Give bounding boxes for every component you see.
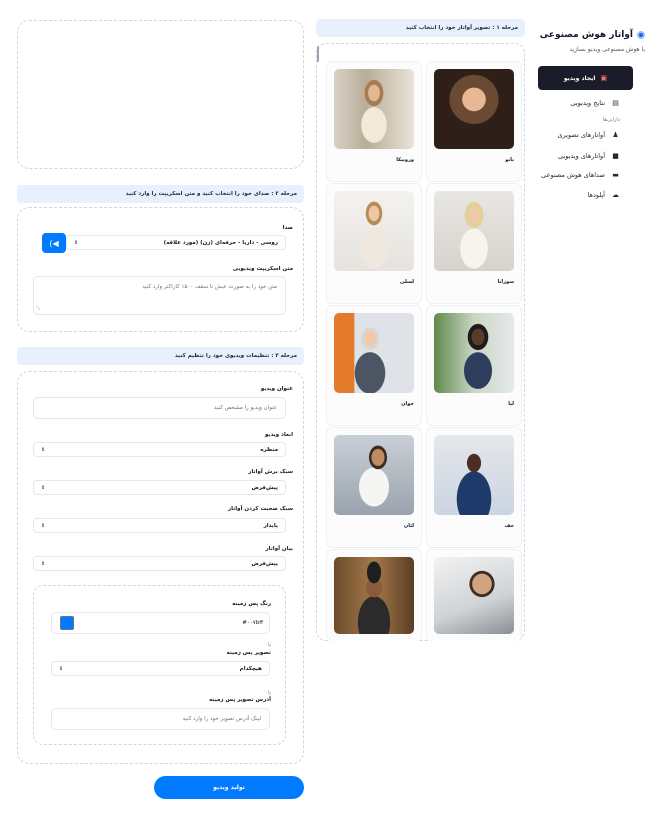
avatar-name: ورونیکا <box>396 157 414 163</box>
sidebar-section-label: دارایی‌ها <box>602 117 620 123</box>
bg-color-input[interactable]: #۰۰۷bff <box>51 612 270 634</box>
avatar-photo <box>334 313 414 393</box>
crop-style-label: سبک برش آواتار <box>248 469 293 475</box>
avatar-photo <box>334 557 414 634</box>
avatar-card-joan[interactable]: جوان <box>326 305 422 426</box>
voice-value: روسی - داریا - حرفه‌ای (زن) (مورد علاقه) <box>163 239 278 246</box>
or-label-2: یا <box>268 690 271 696</box>
video-title-input[interactable]: عنوان ویدیو را مشخص کنید <box>33 397 286 419</box>
chevron-updown-icon: ⇕ <box>41 560 46 567</box>
sidebar-item-ai-voices[interactable]: ▬ صداهای هوش مصنوعی <box>541 170 620 179</box>
avatar-name: لسلی <box>399 279 414 285</box>
color-swatch[interactable] <box>60 616 74 630</box>
avatar-card-9[interactable] <box>426 549 522 641</box>
crop-style-value: پیش‌فرض <box>251 484 278 491</box>
avatar-card-suzana[interactable]: سوزانا <box>426 183 522 304</box>
avatar-name: بانو <box>505 157 514 163</box>
bg-image-label: تصویر پس زمینه <box>226 650 272 656</box>
expression-select[interactable]: پیش‌فرض ⇕ <box>33 556 286 571</box>
step3-header: مرحله ۳ : تنظیمات ویدیوی خود را تنظیم کن… <box>17 347 304 365</box>
or-label-1: یا <box>268 642 271 648</box>
sidebar-item-video-avatars[interactable]: ■ آواتارهای ویدیویی <box>558 151 620 160</box>
avatar-photo <box>434 191 514 271</box>
speaking-style-select[interactable]: پایدار ⇕ <box>33 518 286 533</box>
bg-color-value: #۰۰۷bff <box>242 620 263 626</box>
bg-url-placeholder: لینک آدرس تصویر خود را وارد کنید <box>182 716 261 722</box>
script-placeholder: متن خود را به صورت عیش تا سقف ۱۵۰۰ کاراک… <box>142 284 277 290</box>
bg-image-select[interactable]: هیچکدام ⇕ <box>51 661 270 676</box>
expression-value: پیش‌فرض <box>251 560 278 567</box>
sidebar-item-image-avatars[interactable]: ♟ آواتارهای تصویری <box>557 130 620 139</box>
avatar-card-lia[interactable]: لیا <box>426 305 522 426</box>
bg-url-label: آدرس تصویر پس زمینه <box>209 697 271 703</box>
chat-icon: ▬ <box>612 170 619 179</box>
avatar-card-lian[interactable]: لئان <box>326 427 422 548</box>
avatar-photo <box>434 69 514 149</box>
app-title: آواتار هوش مصنوعی <box>540 30 645 40</box>
avatar-photo <box>434 557 514 634</box>
chevron-updown-icon: ⇕ <box>41 522 46 529</box>
avatar-card-veronika[interactable]: ورونیکا <box>326 61 422 182</box>
crop-style-select[interactable]: پیش‌فرض ⇕ <box>33 480 286 495</box>
avatar-photo <box>334 191 414 271</box>
create-video-button[interactable]: ▣ ایجاد ویدیو <box>538 66 633 90</box>
expression-label: بیان آواتار <box>265 546 293 552</box>
avatar-photo <box>434 435 514 515</box>
logo-icon <box>637 31 645 39</box>
video-library-icon: ▤ <box>612 98 619 107</box>
cloud-upload-icon: ☁ <box>612 190 619 199</box>
play-voice-button[interactable]: ◀) <box>42 233 66 253</box>
avatar-name: سوزانا <box>497 279 514 285</box>
avatar-card-10[interactable] <box>326 549 422 641</box>
app-subtitle: با هوش مصنوعی ویدیو بسازید <box>569 46 645 53</box>
dimension-value: منظره <box>260 446 278 453</box>
video-title-placeholder: عنوان ویدیو را مشخص کنید <box>214 405 277 411</box>
chevron-updown-icon: ⇕ <box>41 484 46 491</box>
avatar-name: جف <box>504 523 514 529</box>
speaking-style-label: سبک صحبت کردن آواتار <box>228 506 293 512</box>
voice-label: صدا <box>282 225 293 231</box>
avatar-card-banoo[interactable]: بانو <box>426 61 522 182</box>
speaking-style-value: پایدار <box>263 522 278 529</box>
step1-header: مرحله ۱ : تصویر آواتار خود را انتخاب کنی… <box>316 19 525 37</box>
avatar-name: لئان <box>403 523 414 529</box>
bg-image-value: هیچکدام <box>239 665 262 672</box>
video-preview-area <box>17 20 304 169</box>
step2-header: مرحله ۲ : صدای خود را انتخاب کنید و متن … <box>17 185 304 203</box>
video-camera-icon: ■ <box>612 151 619 160</box>
video-title-label: عنوان ویدیو <box>260 386 293 392</box>
avatar-name: جوان <box>401 401 414 407</box>
dimension-label: ابعاد ویدیو <box>264 432 293 438</box>
sidebar-item-uploads[interactable]: ☁ آپلودها <box>588 190 620 199</box>
dimension-select[interactable]: منظره ⇕ <box>33 442 286 457</box>
scrollbar[interactable] <box>317 46 319 62</box>
chevron-updown-icon: ⇕ <box>74 239 79 246</box>
voice-select[interactable]: روسی - داریا - حرفه‌ای (زن) (مورد علاقه)… <box>66 235 286 250</box>
avatar-card-jef[interactable]: جف <box>426 427 522 548</box>
script-textarea[interactable]: متن خود را به صورت عیش تا سقف ۱۵۰۰ کاراک… <box>33 276 286 315</box>
calendar-icon: ▣ <box>600 74 608 82</box>
sidebar-item-video-results[interactable]: ▤ نتایج ویدیویی <box>570 98 620 107</box>
avatar-photo <box>334 69 414 149</box>
bg-url-input[interactable]: لینک آدرس تصویر خود را وارد کنید <box>51 708 270 730</box>
chevron-updown-icon: ⇕ <box>59 665 64 672</box>
avatar-card-lesli[interactable]: لسلی <box>326 183 422 304</box>
avatar-photo <box>334 435 414 515</box>
avatar-name: لیا <box>508 401 514 407</box>
generate-video-button[interactable]: تولید ویدیو <box>154 776 304 799</box>
resize-handle-icon[interactable]: ⟋ <box>36 305 40 313</box>
chevron-updown-icon: ⇕ <box>41 446 46 453</box>
speaker-icon: ◀) <box>49 238 59 248</box>
bg-color-label: رنگ پس زمینه <box>232 601 271 607</box>
script-label: متن اسکریپت ویدیویی <box>232 266 293 272</box>
person-icon: ♟ <box>612 130 619 139</box>
avatar-photo <box>434 313 514 393</box>
